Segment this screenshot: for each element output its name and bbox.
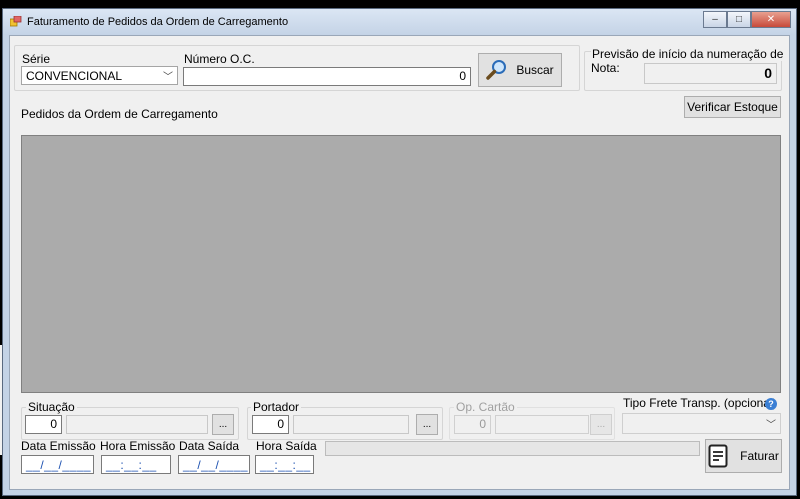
pedidos-label: Pedidos da Ordem de Carregamento — [21, 107, 218, 121]
situacao-code-input[interactable]: 0 — [25, 415, 62, 434]
app-icon — [10, 16, 22, 27]
op-cartao-label: Op. Cartão — [454, 400, 517, 414]
numero-oc-input[interactable]: 0 — [183, 67, 471, 86]
serie-label: Série — [22, 52, 51, 66]
previsao-value: 0 — [644, 63, 777, 84]
buscar-label: Buscar — [516, 63, 554, 77]
faturar-button[interactable]: Faturar — [705, 439, 782, 473]
numero-oc-label: Número O.C. — [184, 52, 255, 66]
serie-selected-value: CONVENCIONAL — [26, 68, 123, 83]
tipo-frete-label: Tipo Frete Transp. (opcional) — [623, 396, 777, 410]
chevron-down-icon: ﹀ — [766, 420, 776, 431]
data-saida-input[interactable]: __/__/____ — [178, 455, 250, 474]
situacao-browse-button[interactable]: ... — [212, 414, 234, 435]
hora-emissao-label: Hora Emissão — [100, 439, 176, 453]
portador-description — [293, 415, 409, 434]
invoice-icon — [708, 444, 728, 468]
previsao-label-line2: Nota: — [591, 61, 620, 75]
maximize-button[interactable]: □ — [727, 11, 751, 28]
portador-browse-button[interactable]: ... — [416, 414, 438, 435]
pedidos-grid[interactable] — [21, 135, 781, 393]
form-client-area: Série CONVENCIONAL ﹀ Número O.C. 0 Busca… — [9, 35, 790, 490]
main-window: Faturamento de Pedidos da Ordem de Carre… — [2, 8, 797, 496]
verificar-estoque-button[interactable]: Verificar Estoque — [684, 96, 781, 118]
title-bar: Faturamento de Pedidos da Ordem de Carre… — [3, 9, 796, 35]
op-cartao-code-input: 0 — [454, 415, 491, 434]
op-cartao-browse-button: ... — [590, 414, 612, 435]
minimize-button[interactable]: ‒ — [703, 11, 727, 28]
chevron-down-icon: ﹀ — [163, 72, 173, 83]
data-emissao-label: Data Emissão — [21, 439, 96, 453]
buscar-button[interactable]: Buscar — [478, 53, 562, 87]
progress-bar — [325, 441, 700, 456]
portador-label: Portador — [251, 400, 302, 414]
magnifier-icon — [486, 60, 507, 80]
data-emissao-input[interactable]: __/__/____ — [21, 455, 94, 474]
situacao-description — [66, 415, 208, 434]
serie-select[interactable]: CONVENCIONAL ﹀ — [21, 66, 178, 85]
hora-saida-label: Hora Saída — [256, 439, 317, 453]
previsao-label-line1: Previsão de início da numeração de — [591, 47, 785, 61]
window-controls: ‒ □ ✕ — [703, 11, 791, 28]
window-title: Faturamento de Pedidos da Ordem de Carre… — [27, 16, 289, 28]
data-saida-label: Data Saída — [179, 439, 240, 453]
tipo-frete-select[interactable]: ﹀ — [622, 413, 781, 434]
portador-code-input[interactable]: 0 — [252, 415, 289, 434]
op-cartao-description — [495, 415, 589, 434]
hora-saida-input[interactable]: __:__:__ — [255, 455, 314, 474]
help-icon[interactable]: ? — [765, 398, 777, 410]
hora-emissao-input[interactable]: __:__:__ — [101, 455, 171, 474]
close-button[interactable]: ✕ — [751, 11, 791, 28]
faturar-label: Faturar — [740, 449, 779, 463]
situacao-label: Situação — [26, 400, 77, 414]
